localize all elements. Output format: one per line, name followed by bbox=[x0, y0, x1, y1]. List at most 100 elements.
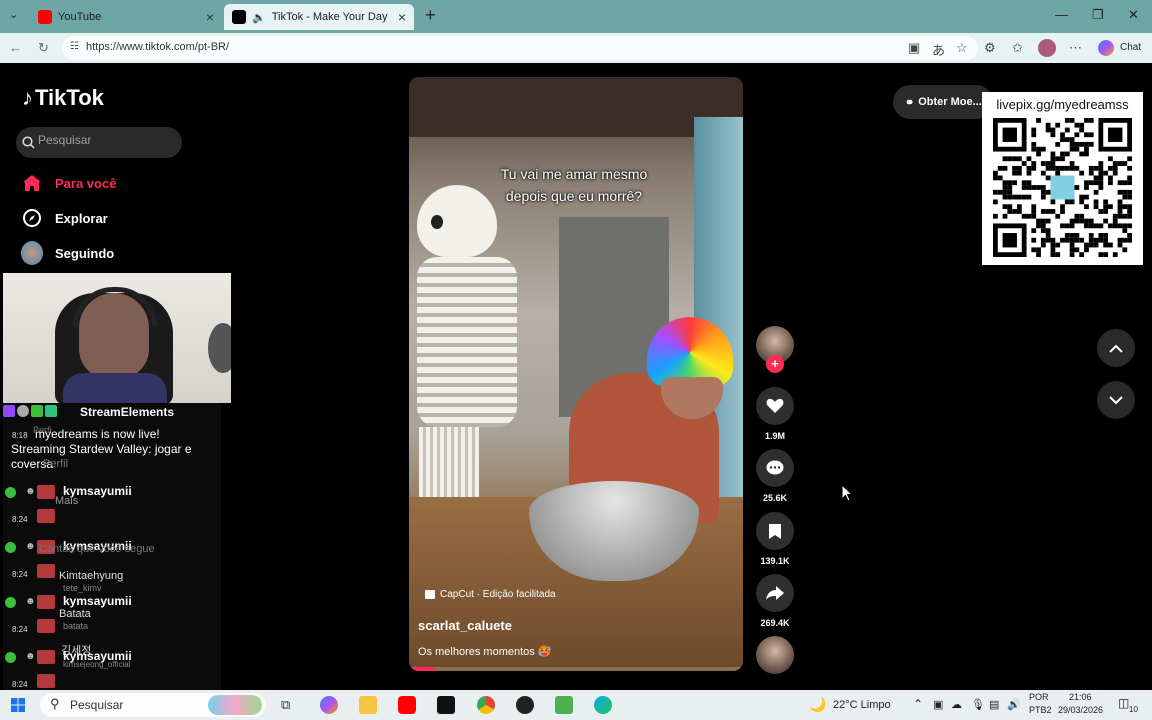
chat-time: 8:24 bbox=[12, 625, 28, 634]
notifications-icon[interactable]: ◫ bbox=[1118, 696, 1129, 710]
search-box[interactable] bbox=[16, 127, 182, 158]
microphone-icon[interactable]: 🎙 bbox=[971, 698, 985, 711]
music-disc-button[interactable] bbox=[756, 636, 794, 674]
nav-label: Para você bbox=[55, 175, 117, 191]
verified-check-icon bbox=[5, 652, 16, 663]
tray-app-icon[interactable]: ▣ bbox=[933, 698, 943, 711]
favorites-icon[interactable]: ✩ bbox=[1012, 40, 1023, 56]
compass-icon bbox=[21, 207, 43, 229]
app-available-icon[interactable]: ▣ bbox=[908, 40, 920, 56]
tab-tiktok[interactable]: 🔈 TikTok - Make Your Day × bbox=[224, 4, 414, 30]
user-icon: ☻ bbox=[25, 541, 36, 552]
clock-time[interactable]: 21:06 bbox=[1069, 692, 1092, 702]
tiktok-note-icon: ♪ bbox=[22, 85, 33, 110]
windows-start-icon[interactable] bbox=[11, 698, 25, 712]
profile-avatar[interactable] bbox=[1038, 39, 1056, 57]
get-coins-button[interactable]: ⚭ Obter Moe... bbox=[893, 85, 993, 119]
caption-line-2: depois que eu morrê? bbox=[505, 188, 643, 204]
follow-plus-icon[interactable]: + bbox=[766, 355, 784, 373]
youtube-favicon-icon bbox=[38, 10, 52, 24]
comment-button[interactable]: 25.6K bbox=[756, 449, 794, 503]
mouse-cursor-icon bbox=[841, 484, 853, 502]
verified-check-icon bbox=[5, 597, 16, 608]
emote-icon bbox=[37, 650, 55, 664]
extensions-icon[interactable]: ⚙ bbox=[984, 40, 996, 56]
nav-label: Explorar bbox=[55, 210, 108, 226]
nav-label: Seguindo bbox=[55, 245, 115, 261]
nav-item-para-voce[interactable]: Para você bbox=[21, 172, 116, 194]
weather-text[interactable]: 22°C Limpo bbox=[833, 699, 891, 711]
share-button[interactable]: 269.4K bbox=[756, 574, 794, 628]
save-button[interactable]: 139.1K bbox=[756, 512, 794, 566]
get-coins-label: Obter Moe... bbox=[918, 96, 982, 108]
like-count: 1.9M bbox=[764, 431, 785, 441]
chrome-app-icon[interactable] bbox=[477, 696, 495, 714]
comment-count: 25.6K bbox=[762, 493, 788, 503]
comment-icon bbox=[756, 449, 794, 487]
tab-youtube[interactable]: YouTube × bbox=[30, 4, 222, 30]
translate-icon[interactable]: あ bbox=[932, 40, 945, 59]
video-author[interactable]: scarlat_caluete bbox=[418, 618, 512, 633]
close-window-icon[interactable]: ✕ bbox=[1128, 7, 1139, 23]
like-button[interactable]: 1.9M bbox=[756, 387, 794, 441]
user-icon: ☻ bbox=[25, 486, 36, 497]
chat-time: 8:24 bbox=[12, 680, 28, 689]
copilot-app-icon[interactable] bbox=[320, 696, 338, 714]
tray-chevron-up-icon[interactable]: ⌃ bbox=[913, 697, 923, 711]
keyboard-lang-bottom[interactable]: PTB2 bbox=[1029, 705, 1052, 715]
badges-row bbox=[3, 405, 83, 417]
refresh-icon[interactable]: ↻ bbox=[38, 40, 49, 56]
tab-list-chevron-icon[interactable]: ⌄ bbox=[9, 8, 18, 21]
network-icon[interactable]: ▤ bbox=[989, 698, 999, 711]
qr-title: livepix.gg/myedreamss bbox=[996, 97, 1129, 112]
taskbar-search[interactable]: ⚲ Pesquisar bbox=[40, 693, 266, 717]
file-explorer-icon[interactable] bbox=[359, 696, 377, 714]
clock-date[interactable]: 29/03/2026 bbox=[1058, 705, 1103, 715]
emote-icon bbox=[37, 674, 55, 688]
youtube-app-icon[interactable] bbox=[398, 696, 416, 714]
weather-moon-icon: 🌙 bbox=[809, 696, 827, 712]
stream-bot-name: StreamElements bbox=[80, 405, 175, 419]
new-tab-icon[interactable]: + bbox=[425, 5, 436, 26]
user-icon: ☻ bbox=[25, 596, 36, 607]
keyboard-lang-top[interactable]: POR bbox=[1029, 692, 1049, 702]
minimize-icon[interactable]: — bbox=[1055, 7, 1068, 22]
video-progress-bar[interactable] bbox=[409, 667, 743, 671]
capcut-tag[interactable]: CapCut · Edição facilitada bbox=[425, 589, 556, 600]
video-player[interactable]: Tu vai me amar mesmo depois que eu morrê… bbox=[409, 77, 743, 671]
nav-item-explorar[interactable]: Explorar bbox=[21, 207, 108, 229]
favorite-star-icon[interactable]: ☆ bbox=[956, 40, 968, 56]
previous-video-button[interactable] bbox=[1097, 329, 1135, 367]
search-icon: ⚲ bbox=[50, 696, 60, 711]
share-count: 269.4K bbox=[760, 618, 790, 628]
creator-avatar-button[interactable]: + bbox=[756, 326, 794, 373]
background-object bbox=[208, 323, 231, 373]
search-input[interactable] bbox=[38, 133, 168, 147]
back-icon[interactable]: ← bbox=[9, 40, 22, 55]
more-menu-icon[interactable]: ⋯ bbox=[1069, 40, 1082, 56]
video-progress-fill bbox=[409, 667, 436, 671]
close-tab-icon[interactable]: × bbox=[206, 9, 214, 25]
copilot-chat-label[interactable]: Chat bbox=[1120, 42, 1141, 53]
close-tab-icon[interactable]: × bbox=[398, 9, 406, 25]
site-info-icon[interactable]: ☷ bbox=[70, 41, 79, 52]
streamer-shirt bbox=[63, 373, 167, 403]
tiktok-logo[interactable]: ♪ TikTok bbox=[22, 85, 104, 111]
speaker-icon[interactable]: 🔈 bbox=[252, 11, 266, 24]
url-field[interactable]: ☷ https://www.tiktok.com/pt-BR/ ▣ あ ☆ bbox=[62, 36, 978, 60]
nav-item-seguindo[interactable]: Seguindo bbox=[21, 241, 115, 265]
next-video-button[interactable] bbox=[1097, 381, 1135, 419]
address-bar-row: ← ↻ ☷ https://www.tiktok.com/pt-BR/ ▣ あ … bbox=[0, 33, 1152, 63]
capcut-icon bbox=[425, 590, 435, 599]
stream-chat-overlay: StreamElements Perfi 8:18 myedreams is n… bbox=[3, 403, 221, 690]
volume-icon[interactable]: 🔊 bbox=[1007, 698, 1021, 711]
task-view-icon[interactable]: ⧉ bbox=[281, 697, 290, 713]
obs-app-icon[interactable] bbox=[516, 696, 534, 714]
onedrive-icon[interactable]: ☁ bbox=[951, 698, 962, 711]
edge-app-icon[interactable] bbox=[594, 696, 612, 714]
restore-icon[interactable]: ❐ bbox=[1092, 7, 1104, 23]
ghost-acc1-name: Kimtaehyung bbox=[59, 570, 124, 582]
copilot-icon[interactable] bbox=[1098, 40, 1114, 56]
stardew-app-icon[interactable] bbox=[555, 696, 573, 714]
netflix-app-icon[interactable] bbox=[437, 696, 455, 714]
